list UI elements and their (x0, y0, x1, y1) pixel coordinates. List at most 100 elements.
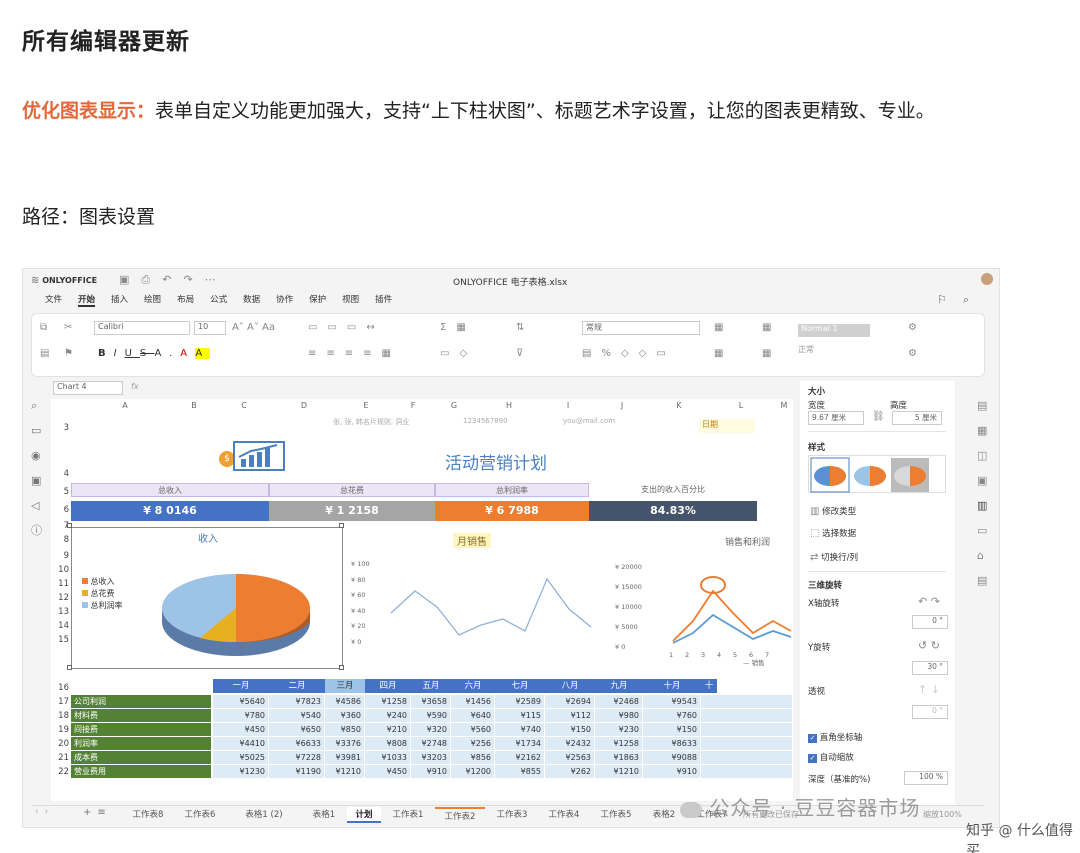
menu-item-0[interactable]: 文件 (45, 293, 62, 305)
depth-input[interactable]: 100 % (904, 771, 948, 785)
table-cell[interactable]: ¥980 (595, 709, 643, 722)
change-type-row[interactable]: ▥ 修改类型 (810, 505, 856, 517)
table-cell[interactable]: ¥8633 (643, 737, 701, 750)
table-cell[interactable]: ¥1863 (595, 751, 643, 764)
table-cell[interactable]: ¥4586 (325, 695, 365, 708)
font-grow-icon[interactable]: A˄ A˅ Aa (232, 322, 275, 333)
column-header[interactable]: D (269, 401, 339, 414)
table-cell[interactable]: ¥3376 (325, 737, 365, 750)
menu-item-1[interactable]: 开始 (78, 293, 96, 307)
menu-item-8[interactable]: 保护 (309, 293, 326, 305)
column-header[interactable]: F (393, 401, 433, 414)
name-box[interactable]: Chart 4 (53, 381, 123, 395)
switch-rowcol-row[interactable]: ⇄ 切换行/列 (810, 551, 858, 563)
table-cell[interactable]: ¥910 (411, 765, 451, 778)
cond-format-icon[interactable]: ▦ (714, 322, 723, 333)
avatar[interactable] (981, 273, 993, 285)
quick-toolbar[interactable]: ▣⎙↶↷⋯ (119, 273, 228, 287)
menu-item-7[interactable]: 协作 (276, 293, 293, 305)
table-cell[interactable]: ¥320 (411, 723, 451, 736)
link-icon[interactable]: ⛓ (872, 411, 885, 422)
table-cell[interactable]: ¥2468 (595, 695, 643, 708)
table-cell[interactable]: ¥2563 (545, 751, 595, 764)
percent-icons[interactable]: ▤%◇◇▭ (582, 348, 676, 359)
table-cell[interactable] (701, 737, 793, 750)
table-cell[interactable]: ¥150 (643, 723, 701, 736)
table-cell[interactable]: ¥590 (411, 709, 451, 722)
menu-item-5[interactable]: 公式 (210, 293, 227, 305)
zoom-level[interactable]: 缩放100% (923, 809, 962, 820)
table-cell[interactable]: ¥1258 (365, 695, 411, 708)
tab-5[interactable]: 工作表1 (383, 807, 433, 823)
table-cell[interactable]: ¥1033 (365, 751, 411, 764)
table-cell[interactable]: ¥210 (365, 723, 411, 736)
table-cell[interactable]: ¥7823 (269, 695, 325, 708)
tab-nav-arrows[interactable]: ‹› (35, 807, 54, 817)
table-cell[interactable]: ¥850 (325, 723, 365, 736)
table-cell[interactable]: ¥740 (495, 723, 545, 736)
delete-cells-icon[interactable]: ▦ (762, 348, 771, 359)
table-cell[interactable]: ¥150 (545, 723, 595, 736)
table-cell[interactable]: ¥760 (643, 709, 701, 722)
column-header[interactable]: K (651, 401, 707, 414)
cell-style-normal[interactable]: Normal 1 (798, 324, 870, 337)
table-cell[interactable]: ¥4410 (213, 737, 269, 750)
copy-style-icon[interactable]: ⚙ (908, 322, 917, 333)
column-header[interactable]: I (543, 401, 593, 414)
fx-icon[interactable]: fx (131, 382, 139, 391)
column-header[interactable]: H (475, 401, 543, 414)
table-cell[interactable]: ¥1230 (213, 765, 269, 778)
fill-icon[interactable]: ▭◇ (440, 348, 477, 359)
table-cell[interactable]: ¥1258 (595, 737, 643, 750)
cell-style-normal2[interactable]: 正常 (798, 344, 814, 355)
table-cell[interactable]: ¥640 (451, 709, 495, 722)
tab-0[interactable]: 工作表8 (123, 807, 173, 823)
table-cell[interactable]: ¥9088 (643, 751, 701, 764)
text-format-buttons[interactable]: BIUSA.AA (98, 348, 211, 359)
paste-icon[interactable]: ▤ (40, 348, 49, 359)
table-cell[interactable] (701, 709, 793, 722)
right-toolbar[interactable]: ▤ ▦ ◫ ▣ ▥ ▭ ⌂ ▤ (977, 393, 989, 593)
sort-icon[interactable]: ⇅ (516, 322, 524, 333)
table-cell[interactable]: ¥1190 (269, 765, 325, 778)
rotate-arrows-icon[interactable]: ↶ ↷ (918, 595, 940, 608)
column-header[interactable]: A (81, 401, 169, 414)
width-input[interactable]: 9.67 厘米 (808, 411, 864, 425)
resize-handle[interactable] (339, 523, 344, 528)
table-cell[interactable]: ¥5025 (213, 751, 269, 764)
copy-icon[interactable]: ⧉ (40, 322, 47, 333)
line-chart[interactable]: 月销售 ¥ 100 ¥ 80 ¥ 60 ¥ 40 ¥ 20 ¥ 0 (349, 527, 607, 669)
table-cell[interactable]: ¥808 (365, 737, 411, 750)
insert-cells-icon[interactable]: ▦ (762, 322, 771, 333)
sum-icon[interactable]: Σ▦ (440, 322, 476, 333)
rotate-vertical-icon[interactable]: ↺ ↻ (918, 639, 940, 652)
table-cell[interactable] (701, 723, 793, 736)
tab-2[interactable]: 表格1 (2) (227, 807, 301, 823)
table-cell[interactable]: ¥650 (269, 723, 325, 736)
menu-item-9[interactable]: 视图 (342, 293, 359, 305)
table-cell[interactable]: ¥115 (495, 709, 545, 722)
table-cell[interactable]: ¥9543 (643, 695, 701, 708)
table-cell[interactable]: ¥256 (451, 737, 495, 750)
resize-handle[interactable] (339, 665, 344, 670)
format-painter-icon[interactable]: ⚑ (64, 348, 73, 359)
table-cell[interactable]: ¥5640 (213, 695, 269, 708)
resize-handle[interactable] (67, 523, 72, 528)
cut-icon[interactable]: ✂ (64, 322, 72, 333)
table-cell[interactable]: ¥262 (545, 765, 595, 778)
table-cell[interactable]: ¥1456 (451, 695, 495, 708)
table-cell[interactable] (701, 695, 793, 708)
select-data-row[interactable]: ⬚ 选择数据 (810, 527, 856, 539)
tab-8[interactable]: 工作表4 (539, 807, 589, 823)
column-header[interactable]: J (593, 401, 651, 414)
tab-4[interactable]: 计划 (347, 807, 381, 823)
left-toolbar[interactable]: ⌕ ▭ ◉ ▣ ◁ ⓘ (31, 393, 43, 543)
save-location-icon[interactable]: ⚐ (937, 293, 947, 306)
table-cell[interactable]: ¥2589 (495, 695, 545, 708)
table-cell[interactable]: ¥112 (545, 709, 595, 722)
table-cell[interactable]: ¥2162 (495, 751, 545, 764)
style-gallery[interactable] (808, 455, 946, 493)
table-cell[interactable]: ¥450 (365, 765, 411, 778)
x-rotation-input[interactable]: 0 ° (912, 615, 948, 629)
perspective-input[interactable]: 0 ° (912, 705, 948, 719)
